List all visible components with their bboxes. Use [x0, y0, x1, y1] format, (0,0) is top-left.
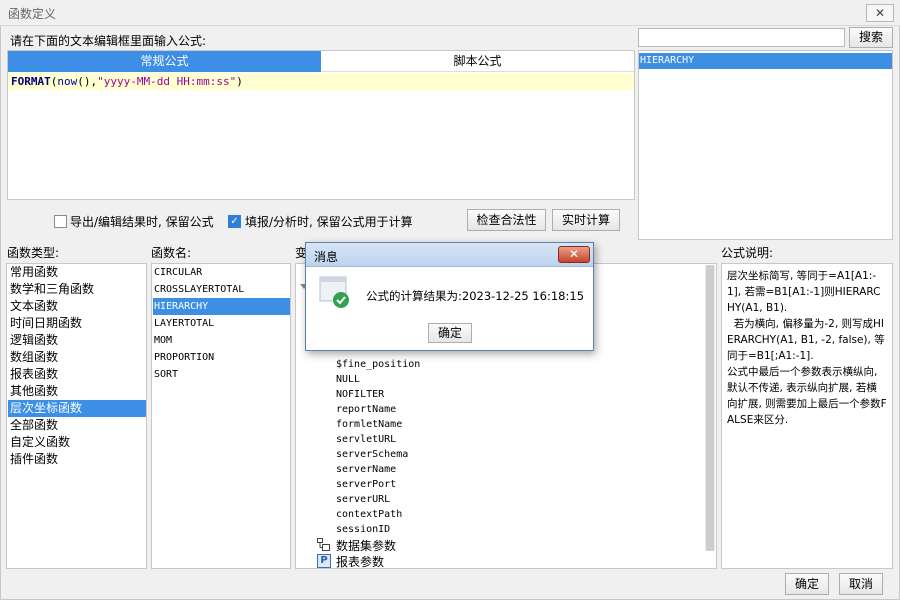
variable-item[interactable]: contextPath: [336, 507, 402, 522]
formula-args: (),: [77, 75, 98, 88]
description-panel: 层次坐标简写, 等同于=A1[A1:-1], 若需=B1[A1:-1]则HIER…: [721, 263, 893, 569]
category-item[interactable]: 常用函数: [8, 264, 146, 281]
function-item[interactable]: CIRCULAR: [153, 264, 290, 281]
variable-item[interactable]: serverName: [336, 462, 396, 477]
message-text: 公式的计算结果为:2023-12-25 16:18:15: [366, 289, 585, 303]
message-dialog: 消息 ✕ 公式的计算结果为:2023-12-25 16:18:15 确定: [305, 242, 594, 351]
realtime-calc-button[interactable]: 实时计算: [552, 209, 620, 231]
category-item[interactable]: 逻辑函数: [8, 332, 146, 349]
category-label: 函数类型:: [7, 246, 60, 260]
report-param-icon: P: [317, 554, 331, 568]
search-result-list[interactable]: HIERARCHY: [638, 50, 893, 240]
search-button[interactable]: 搜索: [849, 27, 893, 48]
check-icon: ✓: [230, 216, 239, 227]
function-item[interactable]: SORT: [153, 366, 290, 383]
function-item[interactable]: PROPORTION: [153, 349, 290, 366]
close-icon: ✕: [568, 247, 580, 261]
category-list[interactable]: 常用函数 数学和三角函数 文本函数 时间日期函数 逻辑函数 数组函数 报表函数 …: [6, 263, 147, 569]
editor-instruction: 请在下面的文本编辑框里面输入公式:: [10, 34, 207, 48]
formula-string: "yyyy-MM-dd HH:mm:ss": [97, 75, 237, 88]
category-item[interactable]: 时间日期函数: [8, 315, 146, 332]
function-item[interactable]: LAYERTOTAL: [153, 315, 290, 332]
success-check-icon: [319, 276, 351, 310]
keep-on-fill-label: 填报/分析时, 保留公式用于计算: [245, 215, 413, 229]
description-text: 层次坐标简写, 等同于=A1[A1:-1], 若需=B1[A1:-1]则HIER…: [727, 270, 887, 426]
tree-group-dataset-params[interactable]: 数据集参数: [336, 537, 396, 554]
formula-inner-function: now: [57, 75, 78, 88]
category-item[interactable]: 文本函数: [8, 298, 146, 315]
formula-input[interactable]: FORMAT(now(),"yyyy-MM-dd HH:mm:ss"): [8, 73, 634, 90]
dataset-param-icon: [317, 538, 331, 551]
function-name-list[interactable]: CIRCULAR CROSSLAYERTOTAL HIERARCHY LAYER…: [151, 263, 291, 569]
tree-group-report-params[interactable]: 报表参数: [336, 553, 384, 570]
variable-item[interactable]: $fine_position: [336, 357, 420, 372]
function-item[interactable]: CROSSLAYERTOTAL: [153, 281, 290, 298]
message-dialog-close-button[interactable]: ✕: [558, 246, 590, 263]
message-ok-button[interactable]: 确定: [428, 323, 472, 343]
category-item[interactable]: 插件函数: [8, 451, 146, 468]
check-validity-button[interactable]: 检查合法性: [467, 209, 546, 231]
category-item-selected[interactable]: 层次坐标函数: [8, 400, 146, 417]
tab-script-formula[interactable]: 脚本公式: [321, 51, 634, 72]
variable-item[interactable]: serverSchema: [336, 447, 408, 462]
variable-item[interactable]: sessionID: [336, 522, 390, 537]
variable-item[interactable]: NULL: [336, 372, 360, 387]
category-item[interactable]: 全部函数: [8, 417, 146, 434]
category-item[interactable]: 自定义函数: [8, 434, 146, 451]
function-item-selected[interactable]: HIERARCHY: [153, 298, 290, 315]
variable-item[interactable]: servletURL: [336, 432, 396, 447]
category-item[interactable]: 数组函数: [8, 349, 146, 366]
ok-button[interactable]: 确定: [785, 573, 829, 595]
variable-item[interactable]: formletName: [336, 417, 402, 432]
category-item[interactable]: 数学和三角函数: [8, 281, 146, 298]
formula-function: FORMAT: [11, 75, 51, 88]
close-icon: ✕: [874, 6, 886, 20]
keep-on-fill-checkbox[interactable]: ✓: [228, 215, 241, 228]
report-param-icon-glyph: P: [320, 555, 328, 566]
tab-regular-formula[interactable]: 常规公式: [8, 51, 321, 72]
variable-list-scroll-thumb[interactable]: [706, 265, 714, 551]
variable-item[interactable]: serverPort: [336, 477, 396, 492]
variable-item[interactable]: serverURL: [336, 492, 390, 507]
category-item[interactable]: 其他函数: [8, 383, 146, 400]
window-title: 函数定义: [8, 7, 57, 21]
window-close-button[interactable]: ✕: [866, 4, 894, 22]
search-result-item[interactable]: HIERARCHY: [639, 53, 892, 69]
message-dialog-titlebar: 消息 ✕: [306, 243, 593, 267]
formula-paren-close: ): [236, 75, 243, 88]
keep-on-export-checkbox[interactable]: [54, 215, 67, 228]
keep-on-export-label: 导出/编辑结果时, 保留公式: [70, 215, 214, 229]
function-name-label: 函数名:: [151, 246, 192, 260]
description-label: 公式说明:: [721, 246, 774, 260]
search-input[interactable]: [638, 28, 845, 47]
window-titlebar: 函数定义 ✕: [0, 0, 900, 26]
function-item[interactable]: MOM: [153, 332, 290, 349]
formula-editor: 常规公式 脚本公式 FORMAT(now(),"yyyy-MM-dd HH:mm…: [7, 50, 635, 200]
message-dialog-title: 消息: [314, 250, 339, 264]
cancel-button[interactable]: 取消: [839, 573, 883, 595]
category-item[interactable]: 报表函数: [8, 366, 146, 383]
variable-item[interactable]: NOFILTER: [336, 387, 384, 402]
variable-item[interactable]: reportName: [336, 402, 396, 417]
